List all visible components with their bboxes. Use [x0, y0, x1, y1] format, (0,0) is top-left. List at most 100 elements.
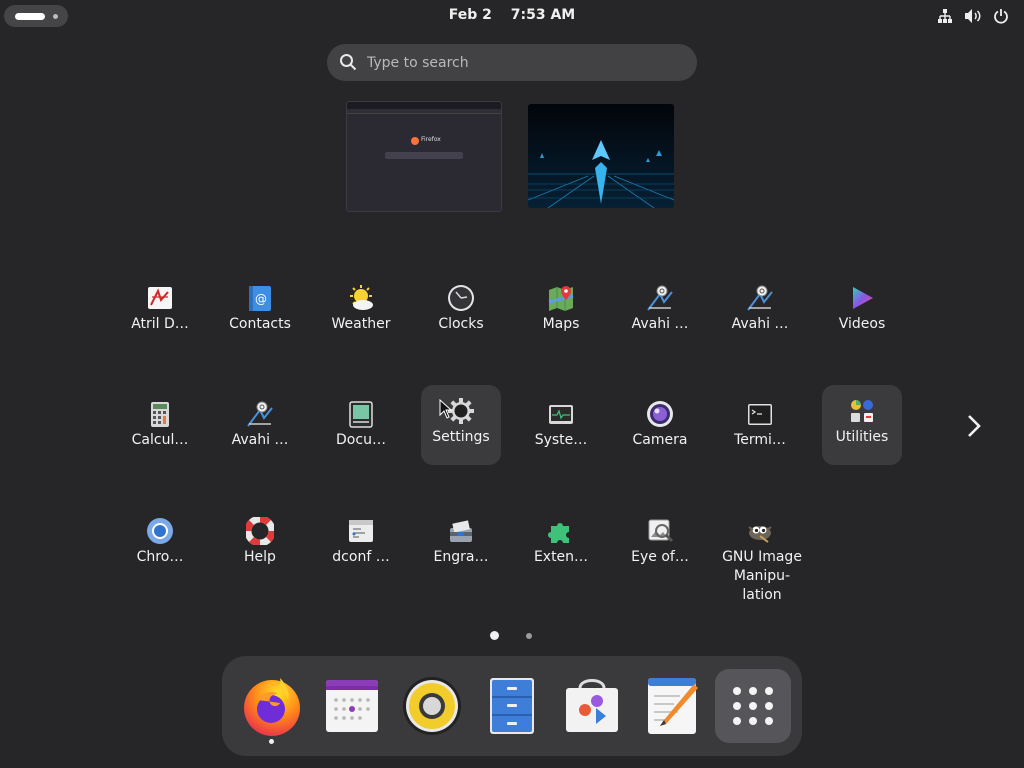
help-icon: [246, 517, 274, 545]
app-label: Maps: [542, 316, 580, 332]
app-label: dconf …: [332, 549, 390, 565]
app-engrampa[interactable]: Engra…: [421, 505, 501, 585]
app-label: Avahi …: [231, 432, 289, 448]
avahi-icon: [247, 401, 273, 427]
system-monitor-icon: [549, 405, 573, 424]
app-avahi-2[interactable]: Avahi …: [720, 272, 800, 352]
system-tray[interactable]: [936, 7, 1010, 25]
dconf-icon: [349, 520, 373, 542]
app-extensions[interactable]: Exten…: [521, 505, 601, 585]
software-store-icon: [566, 679, 618, 732]
calculator-icon: [151, 402, 169, 427]
mouse-cursor-icon: [439, 399, 453, 419]
network-icon[interactable]: [936, 7, 954, 25]
app-document-scanner[interactable]: Docu…: [321, 388, 401, 468]
app-camera[interactable]: Camera: [620, 388, 700, 468]
app-label: Calcul…: [131, 432, 189, 448]
terminal-icon: [748, 404, 772, 425]
eye-of-gnome-icon: [648, 519, 674, 543]
folder-utilities[interactable]: Utilities: [822, 385, 902, 465]
app-label: GNU Image Manipu-lation: [722, 549, 802, 603]
app-dconf[interactable]: dconf …: [321, 505, 401, 585]
thumb-urlbar: [347, 109, 501, 114]
app-settings[interactable]: Settings: [421, 385, 501, 465]
app-label: Settings: [432, 429, 490, 445]
page-indicator-2[interactable]: [526, 633, 532, 639]
next-page-arrow-icon[interactable]: [962, 412, 986, 440]
firefox-logo-icon: [411, 137, 419, 145]
clock[interactable]: Feb 2 7:53 AM: [0, 7, 1024, 23]
app-calculator[interactable]: Calcul…: [120, 388, 200, 468]
document-scanner-icon: [349, 401, 373, 428]
search-input[interactable]: [367, 52, 667, 73]
app-label: Weather: [331, 316, 391, 332]
dash-rhythmbox[interactable]: [400, 670, 464, 738]
firefox-window-thumbnail[interactable]: Firefox: [346, 101, 502, 212]
app-terminal[interactable]: Termi…: [720, 388, 800, 468]
dash-files[interactable]: [480, 670, 544, 738]
atril-icon: [148, 287, 172, 309]
app-label: Contacts: [229, 316, 291, 332]
app-gimp[interactable]: GNU Image Manipu-lation: [720, 505, 802, 625]
maps-icon: [548, 286, 574, 311]
clock-date: Feb 2: [448, 7, 492, 23]
page-indicator-1[interactable]: [490, 631, 499, 640]
app-contacts[interactable]: @ Contacts: [220, 272, 300, 352]
app-label: Syste…: [534, 432, 588, 448]
extensions-icon: [548, 523, 569, 543]
app-eye-of-gnome[interactable]: Eye of…: [620, 505, 700, 585]
app-label: Avahi …: [731, 316, 789, 332]
app-system-monitor[interactable]: Syste…: [521, 388, 601, 468]
app-label: Engra…: [433, 549, 489, 565]
app-label: Termi…: [734, 432, 786, 448]
show-apps-button[interactable]: [715, 669, 791, 743]
power-icon[interactable]: [992, 7, 1010, 25]
arch-wallpaper-icon: [528, 104, 674, 208]
gimp-icon: [748, 526, 772, 543]
videos-icon: [853, 287, 873, 309]
dash-text-editor[interactable]: [640, 670, 704, 738]
chromium-icon: [147, 518, 173, 544]
app-label: Docu…: [336, 432, 386, 448]
top-bar: Feb 2 7:53 AM: [0, 0, 1024, 32]
thumb-tabbar: [347, 102, 501, 109]
terminal-window-thumbnail[interactable]: [528, 104, 674, 208]
app-avahi-3[interactable]: Avahi …: [220, 388, 300, 468]
clock-time: 7:53 AM: [510, 7, 576, 23]
app-maps[interactable]: Maps: [521, 272, 601, 352]
app-avahi-1[interactable]: Avahi …: [620, 272, 700, 352]
app-clocks[interactable]: Clocks: [421, 272, 501, 352]
files-cabinet-icon: [490, 678, 534, 734]
app-label: Utilities: [835, 429, 889, 445]
app-label: Videos: [838, 316, 886, 332]
app-chromium[interactable]: Chro…: [120, 505, 200, 585]
contacts-icon: @: [249, 286, 271, 311]
app-atril[interactable]: Atril D…: [120, 272, 200, 352]
dash-calendar[interactable]: [320, 670, 384, 738]
overview-screen: Feb 2 7:53 AM Firefox: [0, 0, 1024, 768]
text-editor-icon: [648, 678, 698, 734]
dash-firefox[interactable]: [240, 670, 304, 738]
volume-icon[interactable]: [964, 7, 982, 25]
app-label: Avahi …: [631, 316, 689, 332]
app-label: Eye of…: [631, 549, 689, 565]
app-videos[interactable]: Videos: [822, 272, 902, 352]
app-label: Atril D…: [131, 316, 189, 332]
utilities-folder-icon: [851, 400, 873, 422]
app-help[interactable]: Help: [220, 505, 300, 585]
search-icon: [340, 54, 357, 71]
avahi-icon: [647, 285, 673, 311]
firefox-icon: [244, 678, 300, 736]
app-label: Help: [244, 549, 276, 565]
app-label: Camera: [632, 432, 688, 448]
camera-icon: [647, 401, 673, 427]
calendar-icon: [326, 680, 378, 732]
weather-icon: [350, 285, 373, 310]
search-bar[interactable]: [327, 44, 697, 81]
app-weather[interactable]: Weather: [321, 272, 401, 352]
app-label: Clocks: [438, 316, 484, 332]
engrampa-icon: [450, 520, 472, 542]
running-indicator: [269, 739, 274, 744]
dash-software[interactable]: [560, 670, 624, 738]
svg-text:@: @: [255, 292, 267, 306]
